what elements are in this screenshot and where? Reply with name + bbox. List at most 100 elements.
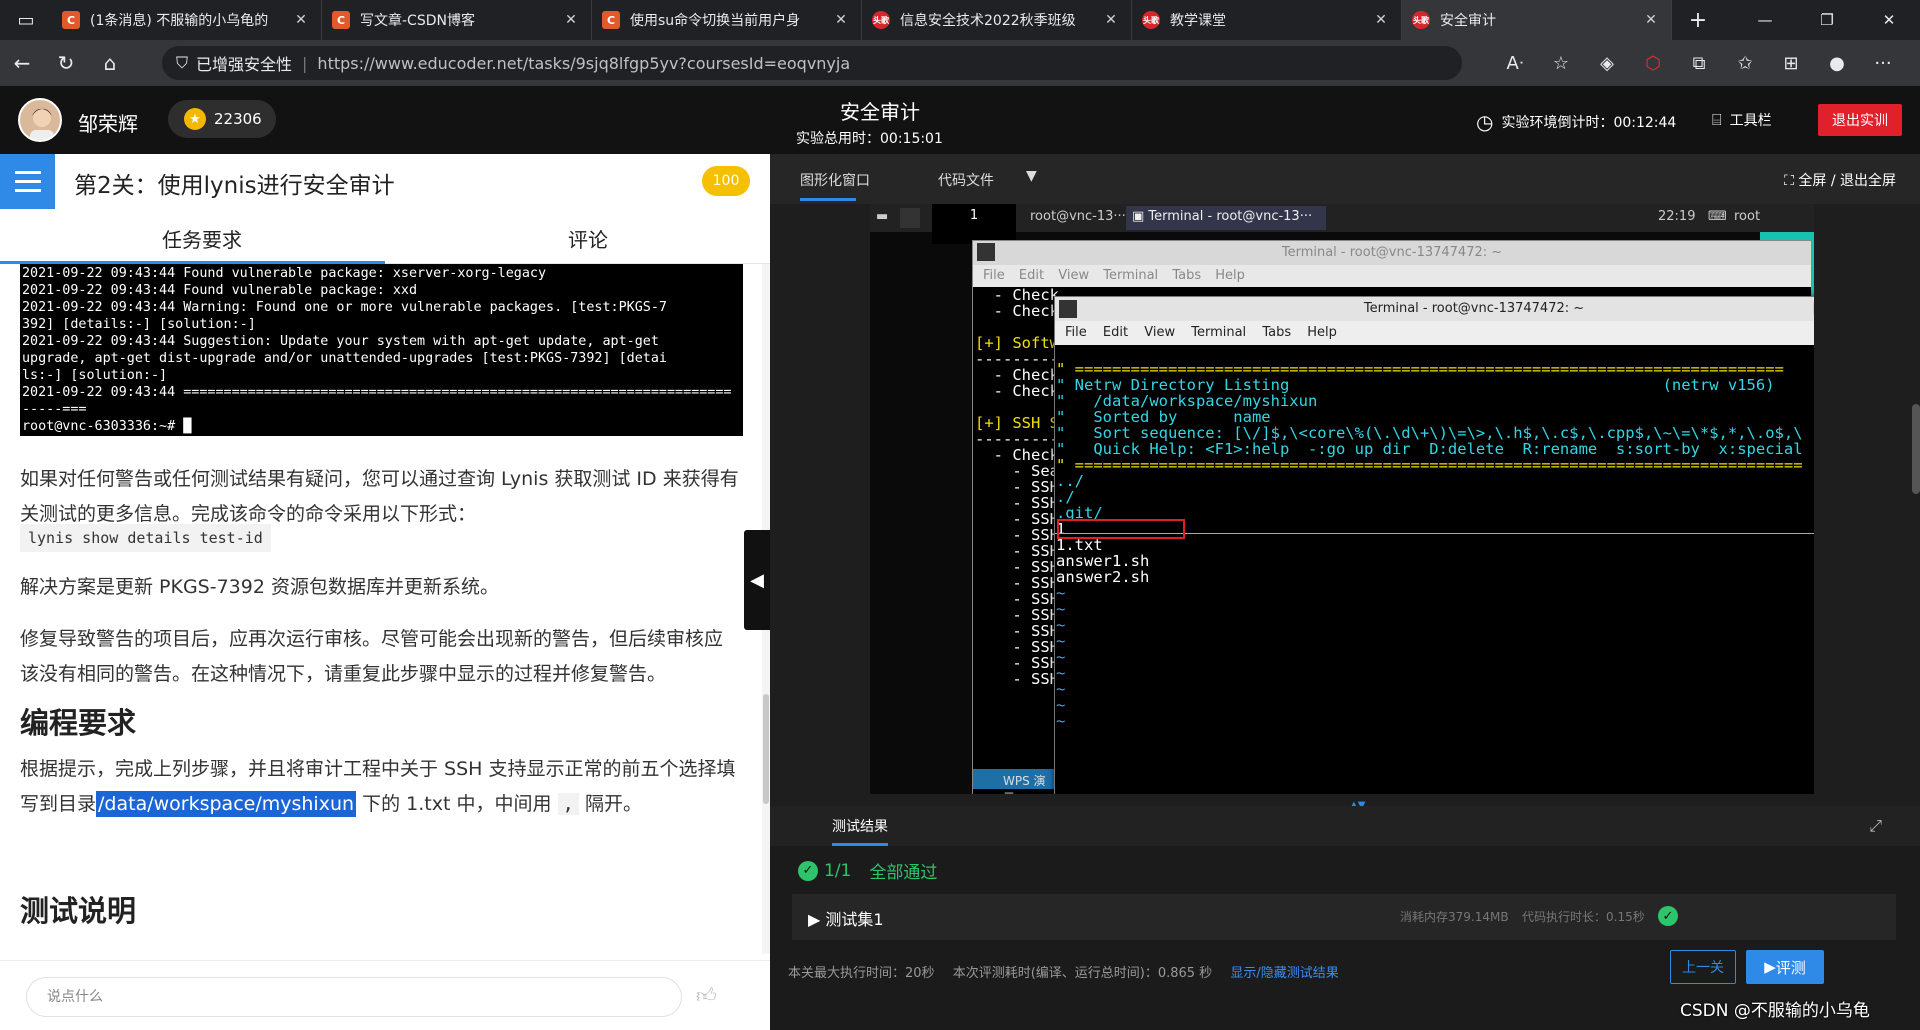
browser-tab[interactable]: 头歌 教学课堂 ✕ (1132, 0, 1402, 40)
results-tab[interactable]: 测试结果 (832, 816, 888, 836)
back-icon[interactable]: ← (0, 51, 44, 75)
extension-red-icon[interactable]: ⬡ (1630, 53, 1676, 74)
menu-tabs[interactable]: Tabs (1172, 268, 1201, 283)
wps-taskbar-label[interactable]: WPS 演示 (973, 769, 1055, 794)
refresh-icon[interactable]: ↻ (44, 51, 88, 75)
collapse-panel-handle[interactable]: ◀ (744, 530, 770, 630)
close-tab-icon[interactable]: ✕ (561, 12, 581, 28)
terminal-window-front[interactable]: Terminal - root@vnc-13747472: ~ ▲ – □ ✕ … (1054, 296, 1814, 794)
app-icon[interactable]: ▬ (876, 209, 888, 224)
collections-icon[interactable]: ⊞ (1768, 53, 1814, 74)
window-up-icon[interactable]: ▲ (1813, 302, 1814, 316)
new-tab-button[interactable]: + (1672, 0, 1724, 40)
fullscreen-icon: ⛶ (1784, 173, 1799, 189)
minimize-icon[interactable]: — (1734, 0, 1796, 40)
window-titlebar[interactable]: Terminal - root@vnc-13747472: ~ (973, 241, 1811, 265)
toolbar-label: 工具栏 (1729, 113, 1772, 129)
browser-tab[interactable]: 头歌 信息安全技术2022秋季班级 ✕ (862, 0, 1132, 40)
taskbar-window-active[interactable]: ▣ Terminal - root@vnc-13··· (1126, 206, 1326, 230)
close-tab-icon[interactable]: ✕ (1101, 12, 1121, 28)
taskbar-window[interactable]: root@vnc-13··· (1030, 209, 1126, 224)
home-icon[interactable]: ⌂ (88, 51, 132, 75)
workspace-switcher[interactable]: 1 (932, 204, 1016, 244)
browser-tab[interactable]: C 写文章-CSDN博客 ✕ (322, 0, 592, 40)
close-window-icon[interactable]: ✕ (1858, 0, 1920, 40)
file-entry[interactable]: answer1.sh (1056, 553, 1814, 569)
url-input[interactable]: ⛉ 已增强安全性 | https://www.educoder.net/task… (162, 46, 1462, 80)
terminal-line: 392] [details:-] [solution:-] (22, 317, 256, 332)
score-badge: 100 (702, 166, 750, 196)
tab-graphical-window[interactable]: 图形化窗口 (800, 170, 870, 190)
menu-file[interactable]: File (1065, 325, 1087, 340)
caret-right-icon: ▶ (808, 910, 826, 929)
favorite-add-icon[interactable]: ☆ (1538, 53, 1584, 74)
menu-terminal[interactable]: Terminal (1191, 325, 1246, 340)
test-set-row[interactable]: ▶ 测试集1 消耗内存379.14MB 代码执行时长：0.15秒 ✓ (792, 894, 1896, 940)
menu-icon[interactable] (0, 154, 55, 209)
username[interactable]: 邹荣辉 (78, 108, 138, 137)
more-icon[interactable]: ··· (1860, 53, 1906, 74)
vnc-user: root (1734, 209, 1761, 224)
browser-tab[interactable]: C (1条消息) 不服输的小乌龟的 ✕ (52, 0, 322, 40)
menu-help[interactable]: Help (1215, 268, 1245, 283)
check-circle-icon: ✓ (1658, 906, 1678, 926)
browser-tab[interactable]: C 使用su命令切换当前用户身 ✕ (592, 0, 862, 40)
profile-avatar-icon[interactable]: ● (1814, 53, 1860, 74)
tab-task-requirements[interactable]: 任务要求 (162, 224, 242, 253)
extension-icon[interactable]: ◈ (1584, 53, 1630, 74)
tab-comments[interactable]: 评论 (568, 224, 608, 253)
file-entry[interactable]: answer2.sh (1056, 569, 1814, 585)
coin-count: 22306 (214, 110, 262, 128)
restore-icon[interactable]: ❐ (1796, 0, 1858, 40)
window-title: Terminal - root@vnc-13747472: ~ (1363, 301, 1585, 316)
file-entry-selected[interactable]: 1.txt (1056, 537, 1814, 553)
menu-view[interactable]: View (1144, 325, 1175, 340)
play-icon: ▶ (1764, 958, 1776, 976)
avatar[interactable] (18, 98, 62, 142)
close-tab-icon[interactable]: ✕ (1371, 12, 1391, 28)
window-titlebar[interactable]: Terminal - root@vnc-13747472: ~ ▲ – □ ✕ (1055, 297, 1814, 321)
scrollbar[interactable] (1912, 404, 1920, 494)
close-tab-icon[interactable]: ✕ (831, 12, 851, 28)
extensions-icon[interactable]: ⧉ (1676, 53, 1722, 74)
paragraph: 解决方案是更新 PKGS-7392 资源包数据库并更新系统。 (20, 576, 499, 598)
menu-edit[interactable]: Edit (1103, 325, 1128, 340)
tab-title: 信息安全技术2022秋季班级 (900, 13, 1076, 29)
vnc-desktop[interactable]: ▬ 1 root@vnc-13··· ▣ Terminal - root@vnc… (870, 204, 1814, 794)
previous-level-button[interactable]: 上一关 (1670, 950, 1736, 984)
menu-file[interactable]: File (983, 268, 1005, 283)
file-entry[interactable]: ./ (1056, 489, 1814, 505)
thumbs-up-icon[interactable]: 👍︎ (696, 983, 717, 1008)
menu-tabs[interactable]: Tabs (1262, 325, 1291, 340)
menu-terminal[interactable]: Terminal (1103, 268, 1158, 283)
expand-icon[interactable]: ⤢ (1869, 816, 1882, 836)
tab-title: 使用su命令切换当前用户身 (630, 13, 801, 29)
terminal-line: ls:-] [solution:-] (22, 368, 168, 383)
url-text: https://www.educoder.net/tasks/9sjq8lfgp… (317, 53, 851, 73)
comment-input[interactable]: 说点什么 (26, 977, 682, 1017)
terminal-output-image: 2021-09-22 09:43:44 Found vulnerable pac… (20, 264, 743, 436)
menu-edit[interactable]: Edit (1019, 268, 1044, 283)
fullscreen-toggle[interactable]: ⛶ 全屏 / 退出全屏 (1784, 170, 1896, 190)
chevron-down-icon[interactable]: ▼ (1026, 168, 1037, 184)
exit-training-button[interactable]: 退出实训 (1818, 104, 1902, 136)
toggle-results-link[interactable]: 显示/隐藏测试结果 (1230, 966, 1338, 981)
file-entry[interactable]: ../ (1056, 473, 1814, 489)
browser-tab-bar: ▭ C (1条消息) 不服输的小乌龟的 ✕ C 写文章-CSDN博客 ✕ C 使… (0, 0, 1920, 40)
terminal-launcher-icon[interactable] (900, 208, 920, 228)
toolbar-button[interactable]: ⌸ 工具栏 (1712, 110, 1772, 130)
menu-help[interactable]: Help (1307, 325, 1337, 340)
tab-code-files[interactable]: 代码文件 (938, 170, 994, 190)
coin-balance[interactable]: ★ 22306 (168, 100, 276, 138)
read-aloud-icon[interactable]: Aᐧ (1492, 53, 1538, 74)
test-set-name: ▶ 测试集1 (808, 906, 884, 930)
tab-actions-icon[interactable]: ▭ (0, 0, 52, 40)
evaluate-button[interactable]: ▶ 评测 (1746, 950, 1824, 984)
netrw-listing[interactable]: " ======================================… (1055, 345, 1814, 794)
browser-tab-active[interactable]: 头歌 安全审计 ✕ (1402, 0, 1672, 40)
educoder-favicon-icon: 头歌 (872, 11, 890, 29)
menu-view[interactable]: View (1058, 268, 1089, 283)
close-tab-icon[interactable]: ✕ (291, 12, 311, 28)
favorites-icon[interactable]: ✩ (1722, 53, 1768, 74)
close-tab-icon[interactable]: ✕ (1641, 12, 1661, 28)
